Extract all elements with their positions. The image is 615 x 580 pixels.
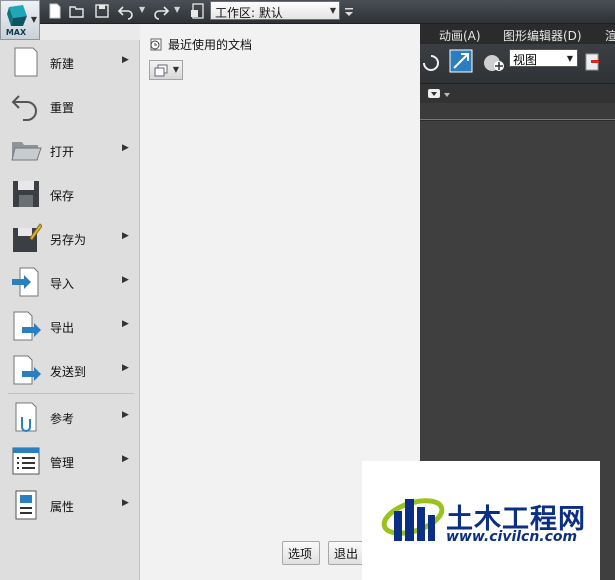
menu-item-save-as[interactable]: 另存为 ▶ xyxy=(0,216,140,260)
redo-icon[interactable] xyxy=(152,2,170,20)
undo-icon[interactable] xyxy=(117,2,135,20)
menu-item-reference[interactable]: 参考 ▶ xyxy=(0,395,140,439)
menu-rendering[interactable]: 渲 xyxy=(605,27,615,44)
menu-item-label: 导出 xyxy=(50,321,75,335)
chevron-right-icon: ▶ xyxy=(122,231,129,241)
chevron-right-icon: ▶ xyxy=(122,55,129,65)
menu-separator xyxy=(8,393,134,394)
menu-item-manage[interactable]: 管理 ▶ xyxy=(0,439,140,483)
menu-item-label: 参考 xyxy=(50,412,75,426)
menu-item-label: 另存为 xyxy=(50,233,87,247)
menu-item-import[interactable]: 导入 ▶ xyxy=(0,260,140,304)
menu-item-open[interactable]: 打开 ▶ xyxy=(0,128,140,172)
menu-item-label: 管理 xyxy=(50,456,75,470)
chevron-down-icon: ▼ xyxy=(172,65,179,74)
civilcn-logo-icon xyxy=(381,498,445,541)
save-as-icon xyxy=(13,223,42,252)
menu-item-reset[interactable]: 重置 xyxy=(0,84,140,128)
chevron-right-icon: ▶ xyxy=(122,498,129,508)
menu-item-export[interactable]: 导出 ▶ xyxy=(0,304,140,348)
redo-dropdown-caret[interactable]: ▼ xyxy=(174,5,180,14)
menu-item-label: 保存 xyxy=(50,189,75,203)
manage-icon xyxy=(12,447,40,475)
new-file-icon[interactable] xyxy=(46,2,64,20)
menu-item-label: 属性 xyxy=(50,500,75,514)
viewport-header xyxy=(420,103,615,120)
chevron-right-icon: ▶ xyxy=(122,143,129,153)
menu-item-save[interactable]: 保存 xyxy=(0,172,140,216)
menu-animation[interactable]: 动画(A) xyxy=(439,27,481,44)
menu-item-label: 新建 xyxy=(50,57,75,71)
reset-icon xyxy=(11,95,37,121)
application-button-label: MAX xyxy=(5,28,27,37)
new-file-icon xyxy=(14,47,38,77)
export-icon xyxy=(13,311,41,341)
recent-view-options-button[interactable]: ▼ xyxy=(149,60,183,80)
rotate-icon[interactable] xyxy=(420,52,440,74)
quick-access-toolbar: ▼ ▼ 工作区: 默认 ▼ xyxy=(0,0,615,24)
options-button[interactable]: 选项 xyxy=(282,541,320,565)
chevron-right-icon: ▶ xyxy=(122,454,129,464)
menu-item-label: 重置 xyxy=(50,101,75,115)
chevron-right-icon: ▶ xyxy=(122,363,129,373)
menu-item-label: 导入 xyxy=(50,277,75,291)
ribbon-toggle-icon[interactable] xyxy=(428,88,454,100)
send-to-icon xyxy=(13,355,41,385)
clock-icon xyxy=(150,38,162,51)
main-toolbar: 视图 ▼ xyxy=(420,44,615,84)
open-folder-icon xyxy=(11,142,42,161)
menu-item-label: 打开 xyxy=(50,145,75,159)
chevron-down-icon: ▼ xyxy=(30,15,37,24)
recent-documents-label: 最近使用的文档 xyxy=(168,38,253,52)
chevron-down-icon: ▼ xyxy=(566,54,573,63)
menu-item-label: 发送到 xyxy=(50,365,87,379)
undo-dropdown-caret[interactable]: ▼ xyxy=(139,5,145,14)
chevron-right-icon: ▶ xyxy=(122,319,129,329)
watermark-url: www.civilcn.com xyxy=(446,529,578,545)
view-value: 视图 xyxy=(513,53,538,67)
watermark: 土木工程网 www.civilcn.com xyxy=(362,461,600,580)
workspace-select[interactable]: 工作区: 默认 ▼ xyxy=(210,1,340,20)
scale-icon[interactable] xyxy=(449,49,475,75)
ribbon-subbar xyxy=(420,84,615,103)
reference-icon xyxy=(15,402,37,432)
max-logo-icon xyxy=(7,5,27,26)
save-icon[interactable] xyxy=(93,2,111,20)
workspace-value: 工作区: 默认 xyxy=(215,6,283,20)
chevron-down-icon: ▼ xyxy=(329,6,336,15)
view-list-icon xyxy=(154,64,168,77)
save-icon xyxy=(13,181,39,207)
menu-item-send-to[interactable]: 发送到 ▶ xyxy=(0,348,140,392)
application-menu-commands: 新建 ▶ 重置 打开 ▶ 保存 另存为 ▶ 导入 ▶ 导出 ▶ 发送到 ▶ 参考… xyxy=(0,40,140,580)
application-menu: 新建 ▶ 重置 打开 ▶ 保存 另存为 ▶ 导入 ▶ 导出 ▶ 发送到 ▶ 参考… xyxy=(0,24,420,580)
project-folder-icon[interactable] xyxy=(189,2,207,20)
menu-bar: 动画(A) 图形编辑器(D) 渲 xyxy=(420,24,615,44)
import-icon xyxy=(12,267,39,297)
select-manipulate-icon[interactable] xyxy=(482,51,506,75)
reference-coordinate-select[interactable]: 视图 ▼ xyxy=(509,49,578,67)
pivot-center-icon[interactable] xyxy=(583,51,607,75)
properties-icon xyxy=(15,490,37,520)
menu-item-new[interactable]: 新建 ▶ xyxy=(0,40,140,84)
open-folder-icon[interactable] xyxy=(68,2,86,20)
chevron-right-icon: ▶ xyxy=(122,410,129,420)
customize-toolbar-icon[interactable] xyxy=(343,2,355,20)
chevron-right-icon: ▶ xyxy=(122,275,129,285)
menu-item-properties[interactable]: 属性 ▶ xyxy=(0,483,140,527)
application-button[interactable]: MAX ▼ xyxy=(0,0,40,40)
menu-graph-editors[interactable]: 图形编辑器(D) xyxy=(503,27,582,44)
